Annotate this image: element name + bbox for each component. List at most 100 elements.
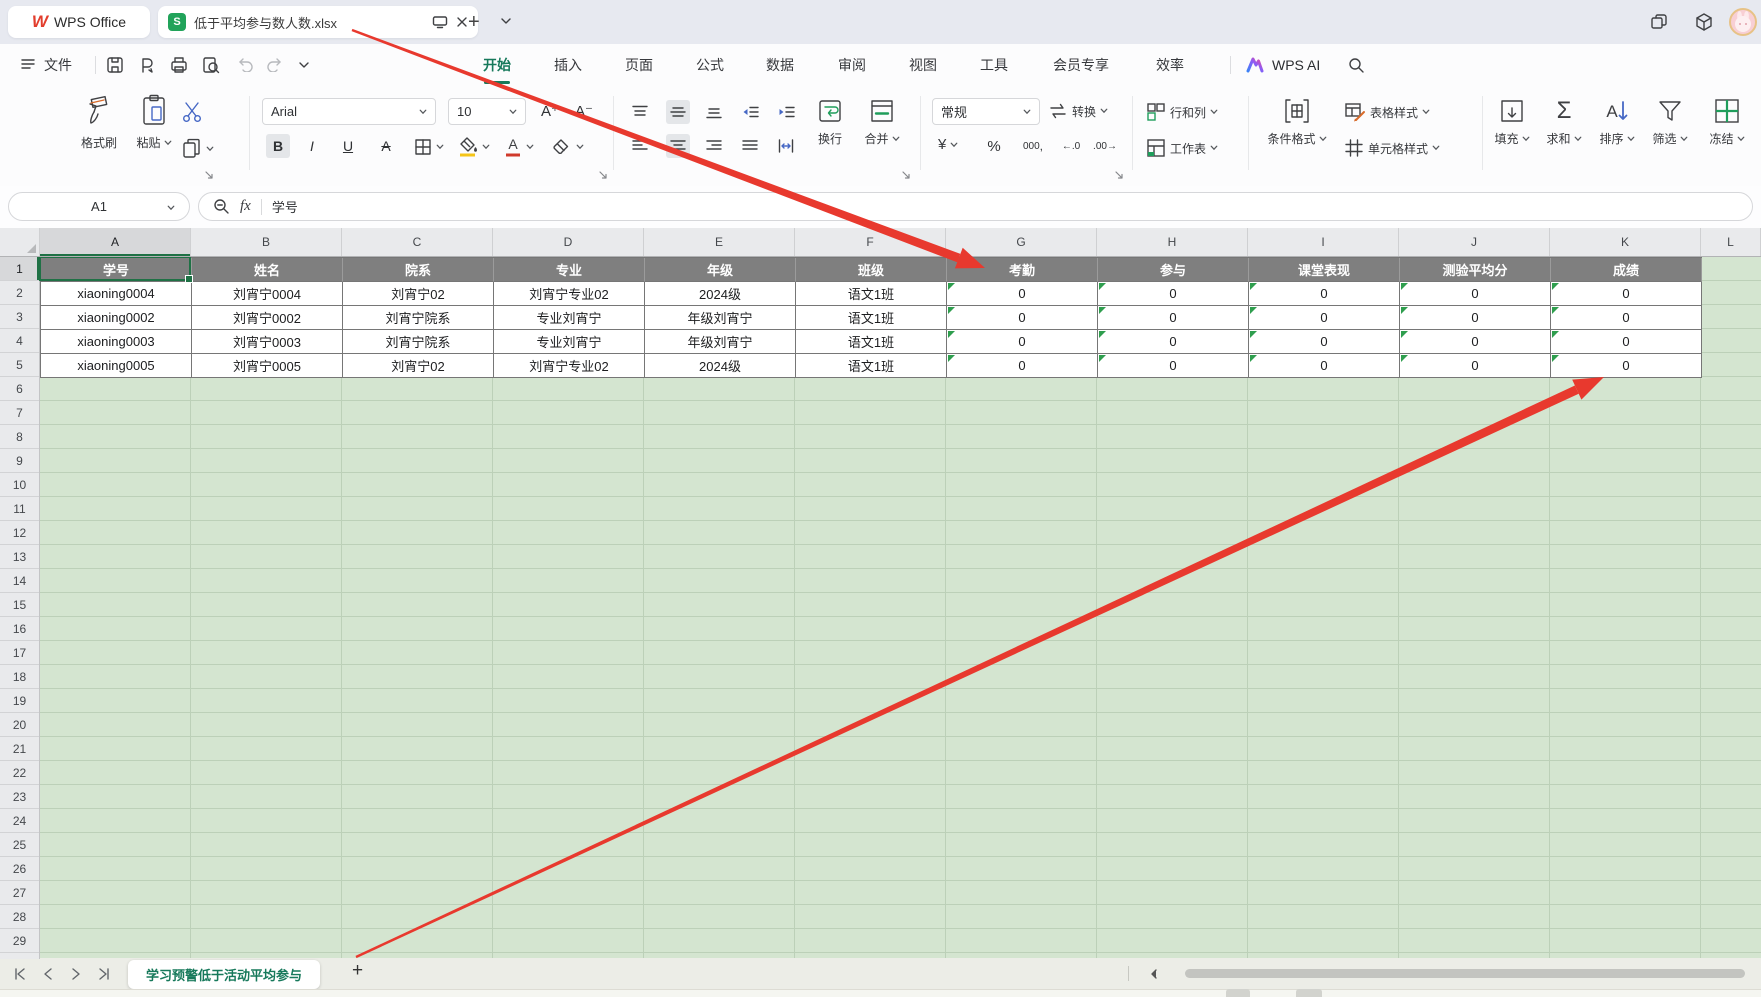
cell-I3[interactable]: 0	[1249, 306, 1400, 330]
paste-button[interactable]: 粘贴	[126, 94, 182, 170]
cell-I5[interactable]: 0	[1249, 354, 1400, 378]
cell-J2[interactable]: 0	[1400, 282, 1551, 306]
row-header-17[interactable]: 17	[0, 641, 39, 665]
new-tab-button[interactable]: +	[468, 10, 480, 34]
cell-K2[interactable]: 0	[1551, 282, 1702, 306]
cell-E4[interactable]: 年级刘宵宁	[645, 330, 796, 354]
convert-button[interactable]: 转换	[1048, 102, 1108, 120]
tab-list-chevron-icon[interactable]	[500, 17, 512, 25]
row-header-16[interactable]: 16	[0, 617, 39, 641]
row-header-9[interactable]: 9	[0, 449, 39, 473]
cell-H2[interactable]: 0	[1098, 282, 1249, 306]
window-restore-icon[interactable]	[1650, 13, 1668, 31]
sort-button[interactable]: A 排序	[1593, 98, 1641, 174]
decrease-decimal-button[interactable]: ←.0	[1056, 134, 1086, 158]
cell-G5[interactable]: 0	[947, 354, 1098, 378]
row-header-15[interactable]: 15	[0, 593, 39, 617]
row-header-1[interactable]: 1	[0, 257, 39, 281]
cell-C5[interactable]: 刘宵宁02	[343, 354, 494, 378]
decrease-indent-button[interactable]	[738, 100, 762, 124]
last-sheet-icon[interactable]	[96, 967, 112, 981]
cell-G1[interactable]: 考勤	[947, 258, 1098, 282]
row-header-18[interactable]: 18	[0, 665, 39, 689]
cell-A1[interactable]: 学号	[41, 258, 192, 282]
row-header-7[interactable]: 7	[0, 401, 39, 425]
cell-B1[interactable]: 姓名	[192, 258, 343, 282]
fill-color-button[interactable]	[458, 136, 490, 157]
copy-button[interactable]	[182, 138, 214, 160]
wps-ai-label[interactable]: WPS AI	[1272, 57, 1320, 73]
merge-cells-button[interactable]: 合并	[856, 98, 908, 174]
decrease-font-button[interactable]: A⁻	[572, 99, 596, 123]
cell-A5[interactable]: xiaoning0005	[41, 354, 192, 378]
cell-K4[interactable]: 0	[1551, 330, 1702, 354]
borders-button[interactable]	[414, 138, 444, 156]
menu-membership[interactable]: 会员专享	[1053, 55, 1109, 75]
row-header-29[interactable]: 29	[0, 929, 39, 953]
cell-F3[interactable]: 语文1班	[796, 306, 947, 330]
clipboard-dialog-launcher-icon[interactable]	[204, 170, 214, 180]
row-header-19[interactable]: 19	[0, 689, 39, 713]
first-sheet-icon[interactable]	[12, 967, 28, 981]
cell-B5[interactable]: 刘宵宁0005	[192, 354, 343, 378]
cut-icon[interactable]	[180, 100, 204, 124]
cell-K1[interactable]: 成绩	[1551, 258, 1702, 282]
bold-button[interactable]: B	[266, 134, 290, 158]
print-preview-icon[interactable]	[202, 56, 220, 74]
increase-indent-button[interactable]	[774, 100, 798, 124]
menu-efficiency[interactable]: 效率	[1156, 55, 1184, 75]
save-icon[interactable]	[106, 56, 124, 74]
rows-columns-button[interactable]: 行和列	[1146, 102, 1218, 122]
sheet-tab-active[interactable]: 学习预警低于活动平均参与	[128, 960, 320, 989]
align-right-button[interactable]	[702, 134, 726, 158]
row-header-5[interactable]: 5	[0, 353, 39, 377]
align-top-button[interactable]	[628, 100, 652, 124]
clear-format-button[interactable]	[552, 138, 584, 156]
row-header-10[interactable]: 10	[0, 473, 39, 497]
cell-E2[interactable]: 2024级	[645, 282, 796, 306]
cell-A4[interactable]: xiaoning0003	[41, 330, 192, 354]
worksheet-button[interactable]: 工作表	[1146, 138, 1218, 158]
freeze-button[interactable]: 冻结	[1700, 98, 1754, 174]
row-header-8[interactable]: 8	[0, 425, 39, 449]
row-header-26[interactable]: 26	[0, 857, 39, 881]
cell-J3[interactable]: 0	[1400, 306, 1551, 330]
view-mode-button[interactable]	[1226, 989, 1250, 997]
menu-formula[interactable]: 公式	[696, 55, 724, 75]
undo-icon[interactable]	[236, 56, 254, 72]
cell-C3[interactable]: 刘宵宁院系	[343, 306, 494, 330]
wps-home-tab[interactable]: W WPS Office	[8, 6, 150, 38]
font-size-select[interactable]: 10	[448, 98, 526, 125]
formula-input[interactable]: fx 学号	[198, 192, 1753, 221]
menu-view[interactable]: 视图	[909, 55, 937, 75]
number-format-select[interactable]: 常规	[932, 98, 1040, 125]
row-header-12[interactable]: 12	[0, 521, 39, 545]
scroll-left-icon[interactable]	[1150, 968, 1158, 980]
cell-I1[interactable]: 课堂表现	[1249, 258, 1400, 282]
cell-J4[interactable]: 0	[1400, 330, 1551, 354]
increase-font-button[interactable]: A⁺	[538, 99, 562, 123]
cell-D4[interactable]: 专业刘宵宁	[494, 330, 645, 354]
cell-K3[interactable]: 0	[1551, 306, 1702, 330]
cell-F1[interactable]: 班级	[796, 258, 947, 282]
row-header-24[interactable]: 24	[0, 809, 39, 833]
percent-format-button[interactable]: %	[982, 134, 1006, 158]
row-header-11[interactable]: 11	[0, 497, 39, 521]
cell-F2[interactable]: 语文1班	[796, 282, 947, 306]
share-screen-icon[interactable]	[432, 15, 448, 29]
column-header-L[interactable]: L	[1701, 228, 1761, 256]
row-header-21[interactable]: 21	[0, 737, 39, 761]
menu-file[interactable]: 文件	[44, 55, 72, 75]
align-left-button[interactable]	[628, 134, 652, 158]
wrap-text-button[interactable]: 换行	[806, 98, 854, 174]
export-pdf-icon[interactable]	[138, 56, 156, 74]
cell-I2[interactable]: 0	[1249, 282, 1400, 306]
menu-data[interactable]: 数据	[766, 55, 794, 75]
row-header-6[interactable]: 6	[0, 377, 39, 401]
column-header-C[interactable]: C	[342, 228, 493, 256]
row-header-22[interactable]: 22	[0, 761, 39, 785]
cell-H3[interactable]: 0	[1098, 306, 1249, 330]
currency-format-button[interactable]: ¥	[938, 136, 958, 153]
distributed-align-button[interactable]	[774, 134, 798, 158]
cell-I4[interactable]: 0	[1249, 330, 1400, 354]
